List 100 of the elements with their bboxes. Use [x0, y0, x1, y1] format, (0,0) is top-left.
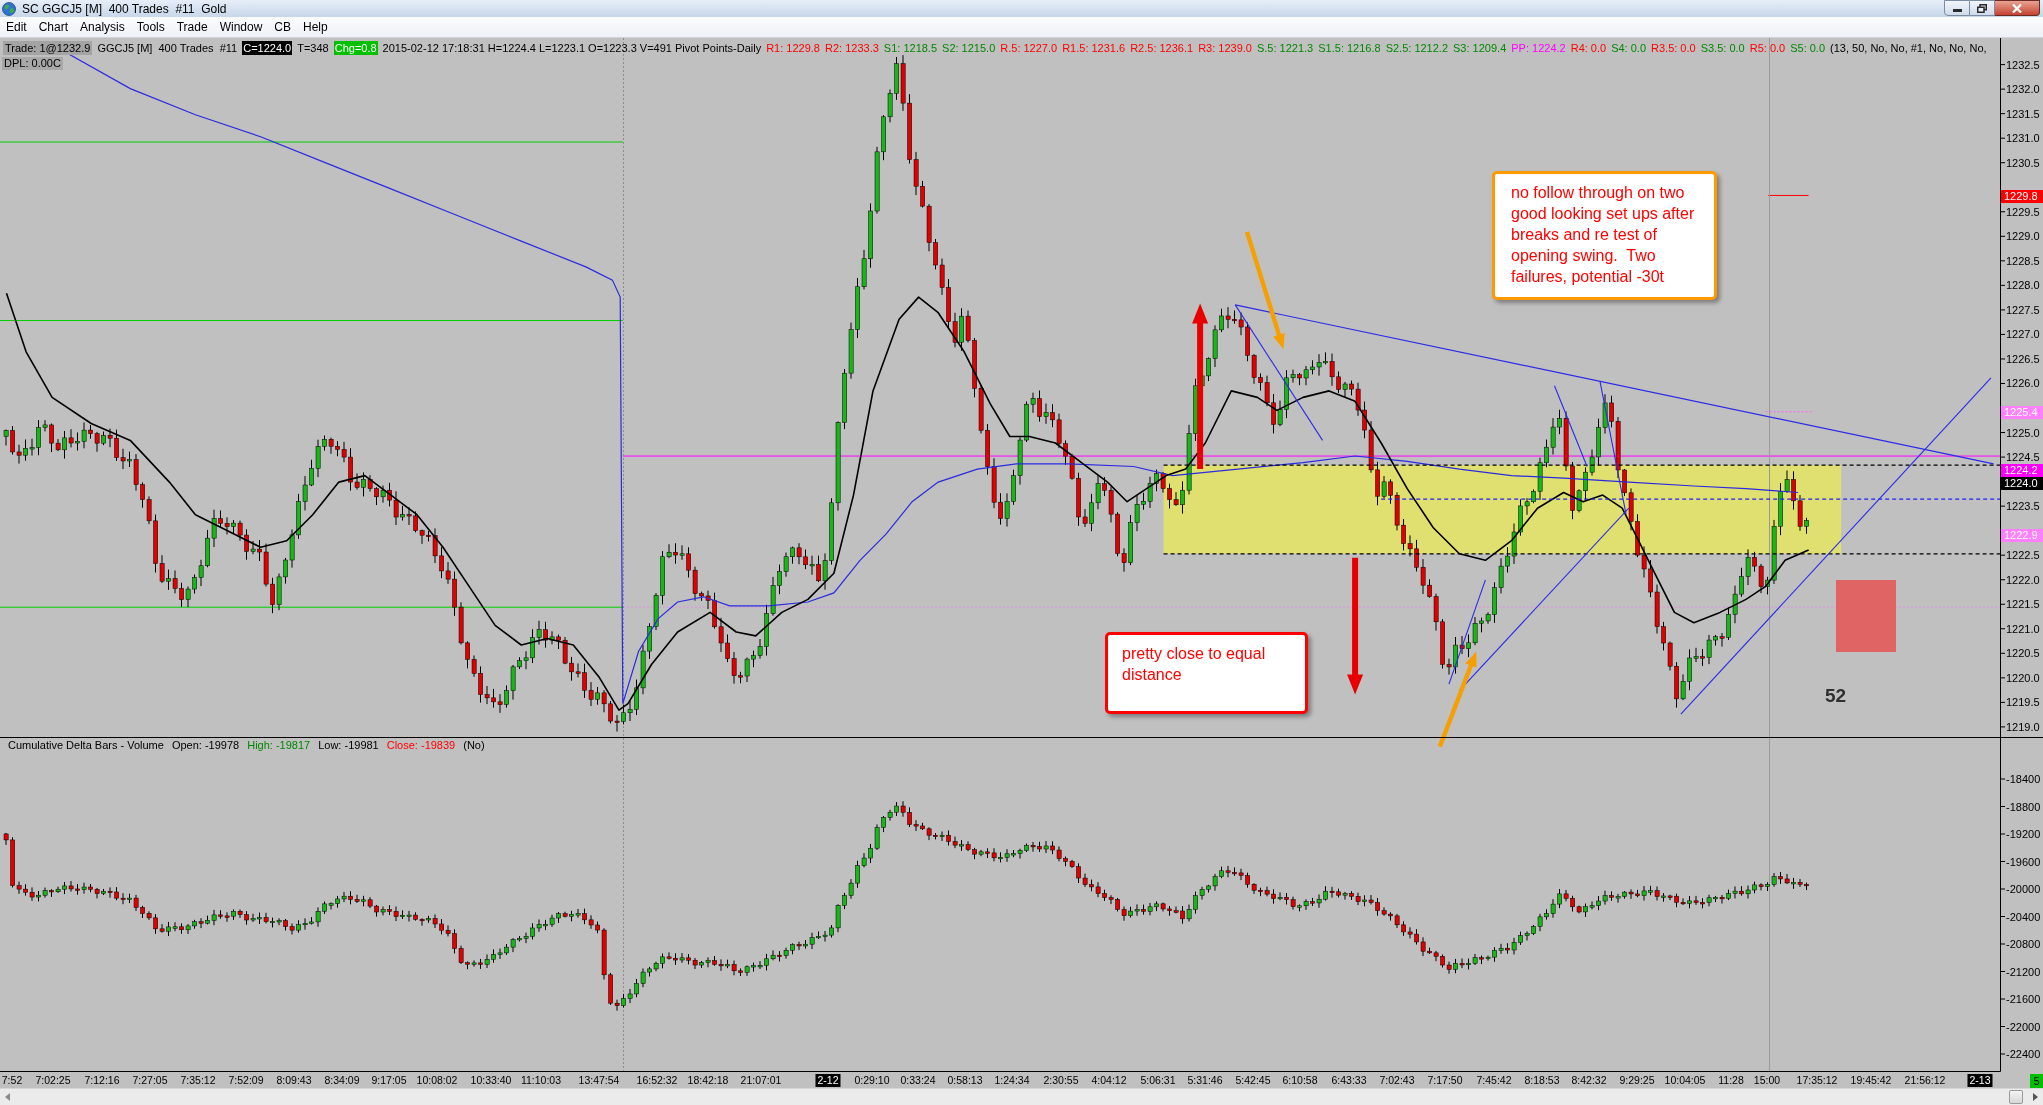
- indicator-legend-text: Open: -19978: [171, 738, 240, 752]
- price-tag: 1225.4: [2001, 406, 2043, 419]
- price-axis-label: 1223.5: [2006, 499, 2040, 514]
- menu-item[interactable]: Window: [213, 18, 269, 36]
- time-axis-label: 7:02:43: [1379, 1074, 1415, 1087]
- time-axis-label: 1:24:34: [994, 1074, 1030, 1087]
- price-axis-label: 1226.0: [2006, 376, 2040, 391]
- menu-item[interactable]: Chart: [32, 18, 75, 36]
- trade-badge: Trade: 1@1232.9: [3, 41, 93, 55]
- price-axis-label: 1221.0: [2006, 621, 2040, 636]
- time-axis-label: 7:52: [1, 1074, 23, 1087]
- price-axis-label: 1229.5: [2006, 204, 2040, 219]
- price-axis-label: 1220.0: [2006, 670, 2040, 685]
- chart-info-text: 2015-02-12 17:18:31 H=1224.4 L=1223.1 O=1223.3 V=491 Pivot Points-Daily: [382, 41, 762, 55]
- pivot-level-text: S2: 1215.0: [942, 41, 996, 55]
- pivot-level-text: S4: 0.0: [1611, 41, 1646, 55]
- time-axis-label: 4:04:12: [1091, 1074, 1127, 1087]
- price-tag: 1224.2: [2001, 464, 2043, 477]
- price-axis-label: 1230.5: [2006, 155, 2040, 170]
- pivot-level-text: S1.5: 1216.8: [1318, 41, 1381, 55]
- price-axis-label: 1219.5: [2006, 695, 2040, 710]
- menu-item[interactable]: Analysis: [74, 18, 131, 36]
- change-badge: Chg=0.8: [333, 41, 378, 55]
- price-axis-label: 1232.5: [2006, 57, 2040, 72]
- time-axis-label: 0:58:13: [947, 1074, 983, 1087]
- time-axis-label: 8:18:53: [1524, 1074, 1560, 1087]
- menu-item[interactable]: CB: [268, 18, 297, 36]
- pivot-level-text: S3.5: 0.0: [1700, 41, 1745, 55]
- time-axis-label: 16:52:32: [636, 1074, 678, 1087]
- time-axis-label: 7:27:05: [132, 1074, 168, 1087]
- delta-axis-label: -18800: [2006, 799, 2041, 814]
- price-axis-label: 1229.0: [2006, 229, 2040, 244]
- time-axis-label: 9:17:05: [371, 1074, 407, 1087]
- indicator-legend-text: (No): [463, 738, 485, 752]
- delta-axis-label: -20800: [2006, 937, 2041, 951]
- delta-axis-label: -22000: [2006, 1019, 2041, 1034]
- price-tag: 1224.0: [2001, 477, 2043, 490]
- status-badge: 5: [2030, 1074, 2043, 1088]
- scroll-right-icon[interactable]: [2033, 1093, 2038, 1101]
- price-axis-label: 1226.5: [2006, 351, 2040, 366]
- minimize-icon: [1952, 9, 1962, 12]
- indicator-legend-text: Cumulative Delta Bars - Volume: [8, 738, 164, 752]
- price-axis-label: 1225.0: [2006, 425, 2040, 440]
- menu-item[interactable]: Edit: [0, 18, 33, 36]
- marker-square: [1836, 580, 1896, 652]
- price-axis-label: 1227.0: [2006, 327, 2040, 342]
- price-axis-label: 1221.5: [2006, 597, 2040, 612]
- delta-axis-label: -19200: [2006, 827, 2041, 841]
- time-axis-label: 8:09:43: [276, 1074, 312, 1087]
- menu-item[interactable]: Trade: [170, 18, 214, 36]
- time-axis-label: 6:10:58: [1282, 1074, 1318, 1087]
- menu-item[interactable]: Tools: [130, 18, 171, 36]
- price-tag: 1222.9: [2001, 529, 2043, 542]
- time-axis-label: 11:10:03: [520, 1074, 562, 1087]
- time-axis-label: 17:35:12: [1796, 1074, 1838, 1087]
- price-axis-label: 1231.0: [2006, 131, 2040, 146]
- time-axis-label: 7:52:09: [228, 1074, 264, 1087]
- date-tag: 2-12: [815, 1074, 841, 1087]
- window-title: SC GGCJ5 [M] 400 Trades #11 Gold: [22, 2, 227, 15]
- globe-icon: [2, 1, 16, 16]
- delta-axis-label: -21600: [2006, 992, 2041, 1006]
- pivot-level-text: S2.5: 1212.2: [1385, 41, 1449, 55]
- time-axis-label: 7:45:42: [1476, 1074, 1512, 1087]
- close-button[interactable]: [1995, 0, 2040, 16]
- time-axis-label: 8:34:09: [324, 1074, 360, 1087]
- time-axis-label: 18:42:18: [687, 1074, 729, 1087]
- dpl-badge: DPL: 0.00C: [2, 57, 63, 70]
- menu-item[interactable]: Help: [297, 18, 334, 36]
- count-label: 52: [1825, 685, 1847, 707]
- pivot-level-text: R1: 1229.8: [766, 41, 820, 55]
- pivot-level-text: R1.5: 1231.6: [1062, 41, 1126, 55]
- time-axis-label: 5:31:46: [1187, 1074, 1223, 1087]
- indicator-legend-text: Low: -19981: [318, 738, 379, 752]
- date-tag: 2-13: [1967, 1074, 1993, 1087]
- scrollbar-thumb[interactable]: [2009, 1090, 2023, 1104]
- time-axis-label: 5:06:31: [1140, 1074, 1176, 1087]
- pivot-level-text: R2: 1233.3: [825, 41, 879, 55]
- price-axis-label: 1219.0: [2006, 719, 2040, 734]
- close-price-badge: C=1224.0: [242, 41, 293, 55]
- pivot-level-text: S1: 1218.5: [883, 41, 938, 55]
- restore-button[interactable]: [1970, 0, 1995, 16]
- time-axis-label: 2:30:55: [1043, 1074, 1079, 1087]
- pivot-level-text: R3.5: 0.0: [1651, 41, 1696, 55]
- indicator-legend-text: Close: -19839: [386, 738, 456, 752]
- pivot-level-text: PP: 1224.2: [1511, 41, 1566, 55]
- time-axis-label: 7:35:12: [180, 1074, 216, 1087]
- scroll-left-icon[interactable]: [5, 1093, 10, 1101]
- pivot-level-text: R4: 0.0: [1570, 41, 1607, 55]
- time-axis-label: 10:33:40: [470, 1074, 512, 1087]
- price-axis-label: 1232.0: [2006, 82, 2040, 97]
- minimize-button[interactable]: [1944, 0, 1970, 16]
- price-axis-label: 1227.5: [2006, 302, 2040, 317]
- restore-icon: [1977, 3, 1987, 13]
- price-axis-label: 1220.5: [2006, 646, 2040, 661]
- time-axis-label: 8:42:32: [1571, 1074, 1607, 1087]
- time-axis-label: 6:43:33: [1331, 1074, 1367, 1087]
- chart-info-text: T=348: [297, 41, 329, 55]
- time-axis-label: 7:02:25: [35, 1074, 71, 1087]
- delta-axis-label: -20400: [2006, 909, 2041, 924]
- price-axis-label: 1222.5: [2006, 548, 2040, 563]
